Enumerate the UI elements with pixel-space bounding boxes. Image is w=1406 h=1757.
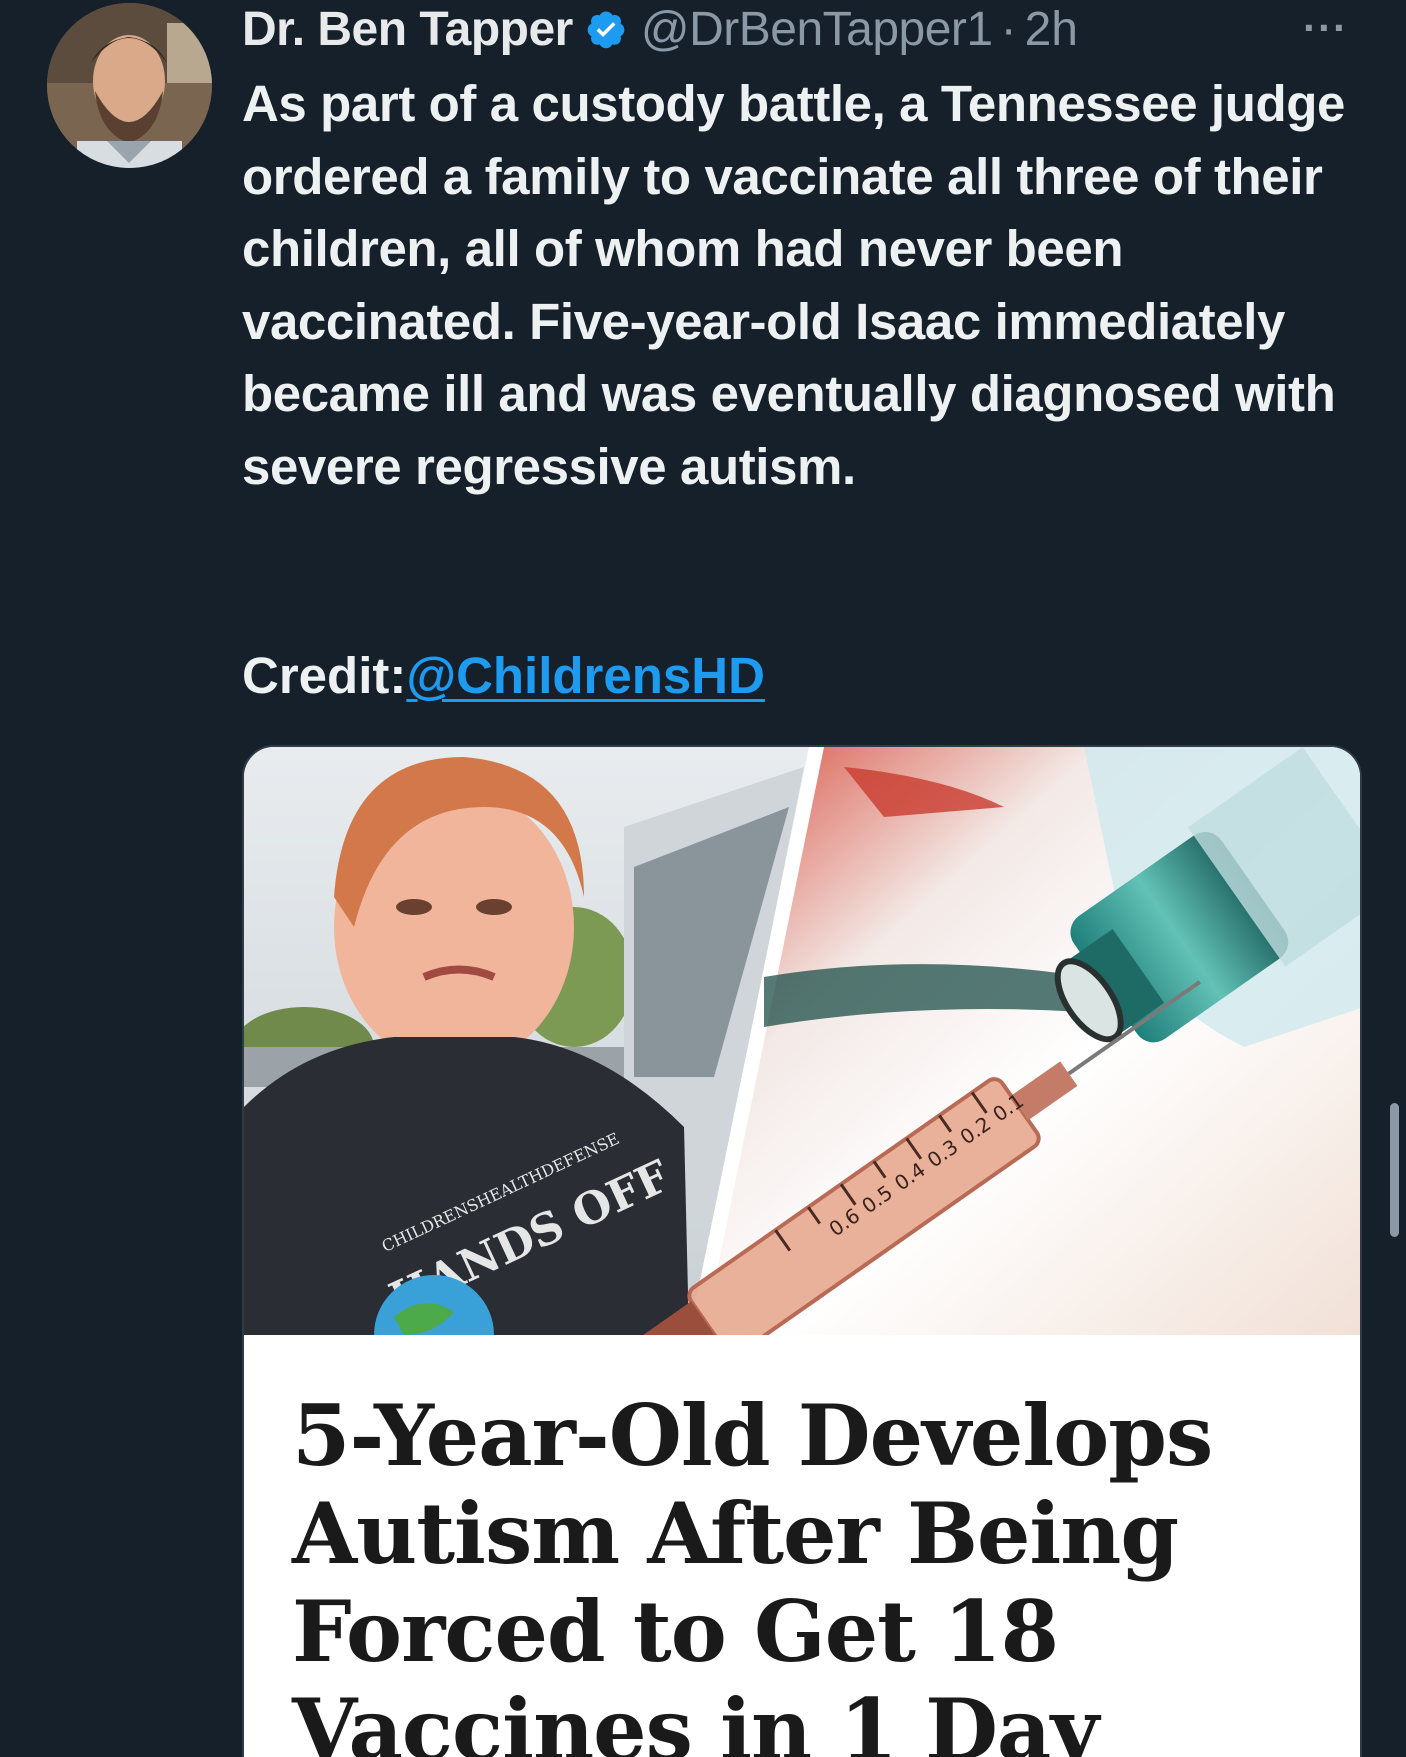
more-options-icon[interactable]: ··· (1303, 4, 1348, 52)
link-card[interactable]: HANDS OFF CHILDRENSHEALTHDEFENSE 0.1 0.2… (242, 745, 1362, 1757)
card-headline[interactable]: 5-Year-Old Develops Autism After Being F… (292, 1387, 1322, 1757)
card-image: HANDS OFF CHILDRENSHEALTHDEFENSE 0.1 0.2… (244, 747, 1360, 1335)
credit-label: Credit: (242, 647, 407, 704)
separator-dot: · (1000, 2, 1017, 56)
avatar-photo (47, 3, 212, 168)
tweet-time[interactable]: 2h (1025, 2, 1078, 57)
scrollbar[interactable] (1390, 1103, 1399, 1237)
author-handle[interactable]: @DrBenTapper1 (641, 2, 993, 57)
credit-mention-link[interactable]: @ChildrensHD (406, 647, 765, 704)
verified-badge-icon (587, 11, 625, 49)
author-name[interactable]: Dr. Ben Tapper (242, 2, 573, 57)
tweet-credit: Credit:@ChildrensHD (242, 640, 765, 712)
tweet: Dr. Ben Tapper @DrBenTapper1 · 2h ··· As… (0, 0, 1406, 1757)
avatar[interactable] (47, 3, 212, 168)
tweet-header: Dr. Ben Tapper @DrBenTapper1 · 2h (242, 0, 1366, 58)
tweet-text: As part of a custody battle, a Tennessee… (242, 75, 1345, 495)
